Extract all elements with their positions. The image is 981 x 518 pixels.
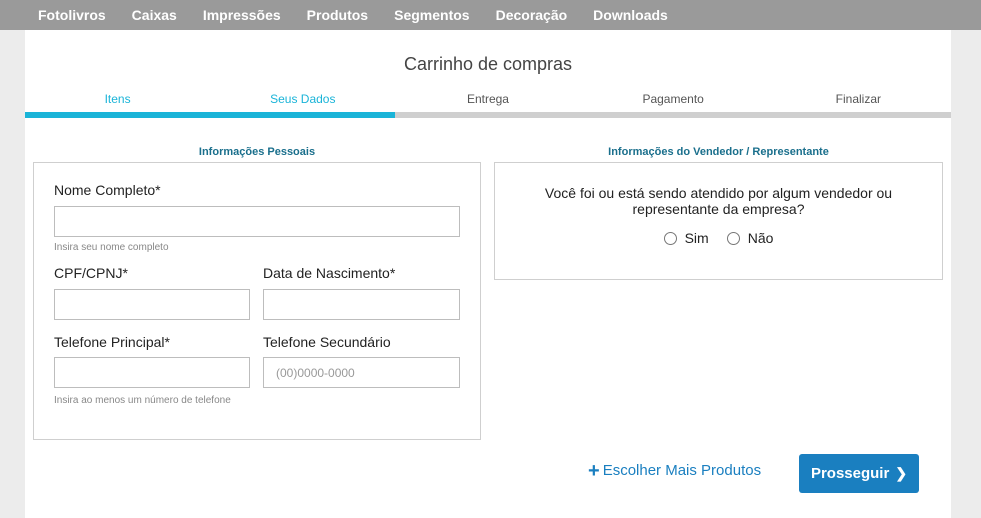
radio-sim-label: Sim <box>684 230 709 246</box>
page-title: Carrinho de compras <box>403 54 573 74</box>
nav-item-produtos[interactable]: Produtos <box>307 7 368 23</box>
checkout-panel: Carrinho de compras Itens Seus Dados Ent… <box>25 30 951 518</box>
checkout-steps: Itens Seus Dados Entrega Pagamento Final… <box>25 92 951 108</box>
nav-item-segmentos[interactable]: Segmentos <box>394 7 469 23</box>
seller-section-title: Informações do Vendedor / Representante <box>608 146 829 158</box>
choose-more-products-link[interactable]: + Escolher Mais Produtos <box>588 459 762 482</box>
seller-radio-group: Sim Não <box>495 230 942 246</box>
nav-item-decoracao[interactable]: Decoração <box>496 7 568 23</box>
full-name-hint: Insira seu nome completo <box>54 242 169 253</box>
phone-secondary-input[interactable] <box>263 357 460 388</box>
phone-main-label: Telefone Principal* <box>54 334 170 350</box>
nav-item-caixas[interactable]: Caixas <box>132 7 177 23</box>
plus-icon: + <box>588 459 600 482</box>
radio-nao-label: Não <box>747 230 774 246</box>
step-itens[interactable]: Itens <box>25 92 210 108</box>
step-entrega: Entrega <box>466 92 509 106</box>
birth-date-label: Data de Nascimento* <box>263 265 396 281</box>
nav-item-impressoes[interactable]: Impressões <box>203 7 281 23</box>
step-pagamento: Pagamento <box>642 92 704 106</box>
progress-fill <box>25 112 396 118</box>
choose-more-products-label: Escolher Mais Produtos <box>602 462 762 479</box>
full-name-input[interactable] <box>54 206 460 237</box>
radio-option-sim[interactable]: Sim <box>663 230 709 246</box>
phone-secondary-label: Telefone Secundário <box>263 334 391 350</box>
full-name-label: Nome Completo* <box>54 182 161 198</box>
seller-question: Você foi ou está sendo atendido por algu… <box>544 185 893 217</box>
birth-date-input[interactable] <box>263 289 460 320</box>
nav-item-fotolivros[interactable]: Fotolivros <box>38 7 106 23</box>
seller-info-box: Você foi ou está sendo atendido por algu… <box>494 162 943 280</box>
step-finalizar: Finalizar <box>835 92 882 106</box>
proceed-button-label: Prosseguir <box>810 465 890 482</box>
cpf-label: CPF/CPNJ* <box>54 265 128 281</box>
top-navigation: Fotolivros Caixas Impressões Produtos Se… <box>0 0 981 30</box>
nav-item-downloads[interactable]: Downloads <box>593 7 668 23</box>
personal-section-title: Informações Pessoais <box>198 146 316 158</box>
radio-nao-circle[interactable] <box>726 231 740 245</box>
chevron-right-icon: ❯ <box>895 465 908 481</box>
phone-hint: Insira ao menos um número de telefone <box>54 395 231 406</box>
cpf-input[interactable] <box>54 289 250 320</box>
personal-info-box: Nome Completo* Insira seu nome completo … <box>33 162 481 440</box>
phone-main-input[interactable] <box>54 357 250 388</box>
proceed-button[interactable]: Prosseguir ❯ <box>799 454 919 493</box>
radio-option-nao[interactable]: Não <box>726 230 774 246</box>
radio-sim-circle[interactable] <box>663 231 677 245</box>
progress-bar <box>25 112 951 118</box>
step-seus-dados[interactable]: Seus Dados <box>210 92 395 108</box>
